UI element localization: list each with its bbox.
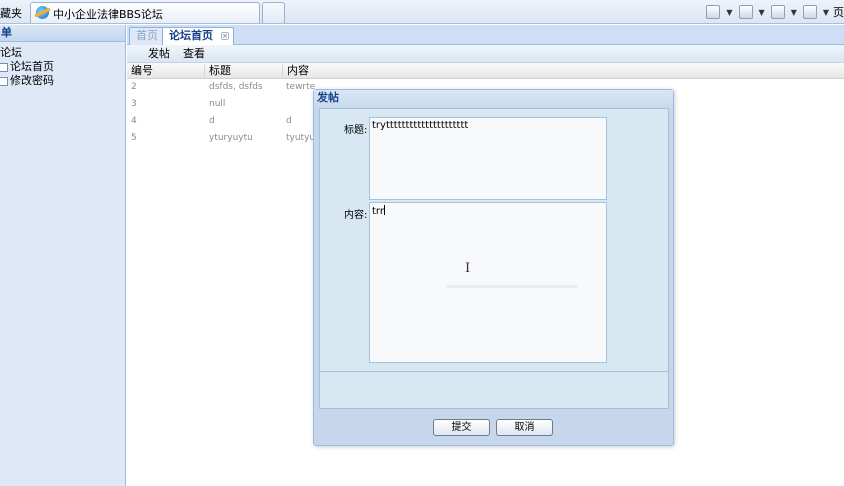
content-field-value: trr (372, 206, 384, 217)
chevron-down-icon[interactable]: ▼ (759, 8, 765, 17)
cell-title: dsfds, dsfds (209, 82, 263, 92)
browser-tab[interactable]: 中小企业法律BBS论坛 (30, 2, 260, 23)
mail-icon[interactable] (770, 5, 785, 19)
chevron-down-icon[interactable]: ▼ (823, 8, 829, 17)
print-icon[interactable] (802, 5, 817, 19)
title-field[interactable]: tryttttttttttttttttttttt (369, 117, 607, 200)
scroll-hint (447, 285, 577, 288)
leaf-icon (0, 76, 8, 86)
page-menu[interactable]: 页 (833, 4, 844, 20)
text-cursor-icon: I (465, 261, 471, 276)
post-dialog: 发帖 标题: tryttttttttttttttttttttt 内容: trr … (313, 89, 674, 446)
post-button[interactable]: 发帖 (144, 47, 174, 61)
cell-title: null (209, 99, 226, 109)
tab-forum-home-label: 论坛首页 (169, 29, 213, 42)
dialog-title[interactable]: 发帖 (314, 90, 673, 108)
sidebar-item-change-password[interactable]: 修改密码 (0, 74, 125, 88)
browser-toolbar: 藏夹 中小企业法律BBS论坛 ▼ ▼ ▼ ▼ 页 (0, 0, 844, 24)
ie-icon (36, 6, 49, 19)
favorites-label[interactable]: 藏夹 (0, 5, 22, 21)
feeds-icon[interactable] (738, 5, 753, 19)
sidebar-item-label: 修改密码 (10, 74, 54, 87)
chevron-down-icon[interactable]: ▼ (791, 8, 797, 17)
cell-title: d (209, 116, 215, 126)
new-tab-button[interactable] (262, 2, 285, 23)
sidebar-item-label: 论坛 (0, 46, 22, 59)
sidebar-tree: 论坛 论坛首页 修改密码 (0, 42, 125, 88)
home-icon[interactable] (706, 5, 721, 19)
cell-id: 5 (131, 133, 137, 143)
column-header-content[interactable]: 内容 (282, 64, 309, 78)
text-caret (383, 205, 385, 215)
sidebar-header: 单 (0, 25, 125, 42)
content-field[interactable]: trr I (369, 202, 607, 363)
title-label: 标题: (344, 125, 368, 136)
sidebar-item-forum[interactable]: 论坛 (0, 46, 125, 60)
cell-id: 3 (131, 99, 137, 109)
sidebar-item-label: 论坛首页 (10, 60, 54, 73)
sidebar-item-forum-home[interactable]: 论坛首页 (0, 60, 125, 74)
cell-content: tyutyu (286, 133, 316, 143)
cell-id: 4 (131, 116, 137, 126)
close-icon[interactable]: × (221, 32, 229, 40)
command-bar: ▼ ▼ ▼ ▼ 页 (706, 3, 844, 21)
browser-tab-title: 中小企业法律BBS论坛 (53, 8, 163, 21)
cell-content: tewrte (286, 82, 316, 92)
dialog-form: 标题: tryttttttttttttttttttttt 内容: trr I (319, 108, 669, 409)
leaf-icon (0, 62, 8, 72)
content-label: 内容: (344, 210, 368, 221)
tab-forum-home[interactable]: 论坛首页 × (162, 27, 234, 45)
title-field-value: tryttttttttttttttttttttt (372, 120, 469, 131)
cell-title: yturyuytu (209, 133, 253, 143)
column-header-id[interactable]: 编号 (127, 64, 153, 78)
grid-header: 编号 标题 内容 (127, 63, 844, 79)
tab-strip: 首页 论坛首页 × (127, 25, 844, 45)
submit-button[interactable]: 提交 (433, 419, 490, 436)
dialog-footer-area (320, 372, 668, 408)
cell-id: 2 (131, 82, 137, 92)
cell-content: d (286, 116, 292, 126)
view-button[interactable]: 查看 (179, 47, 209, 61)
grid-toolbar: 发帖 查看 (127, 45, 844, 63)
tab-home[interactable]: 首页 (129, 27, 165, 45)
chevron-down-icon[interactable]: ▼ (726, 8, 732, 17)
column-header-title[interactable]: 标题 (204, 64, 231, 78)
sidebar: 单 论坛 论坛首页 修改密码 (0, 25, 126, 486)
cancel-button[interactable]: 取消 (496, 419, 553, 436)
